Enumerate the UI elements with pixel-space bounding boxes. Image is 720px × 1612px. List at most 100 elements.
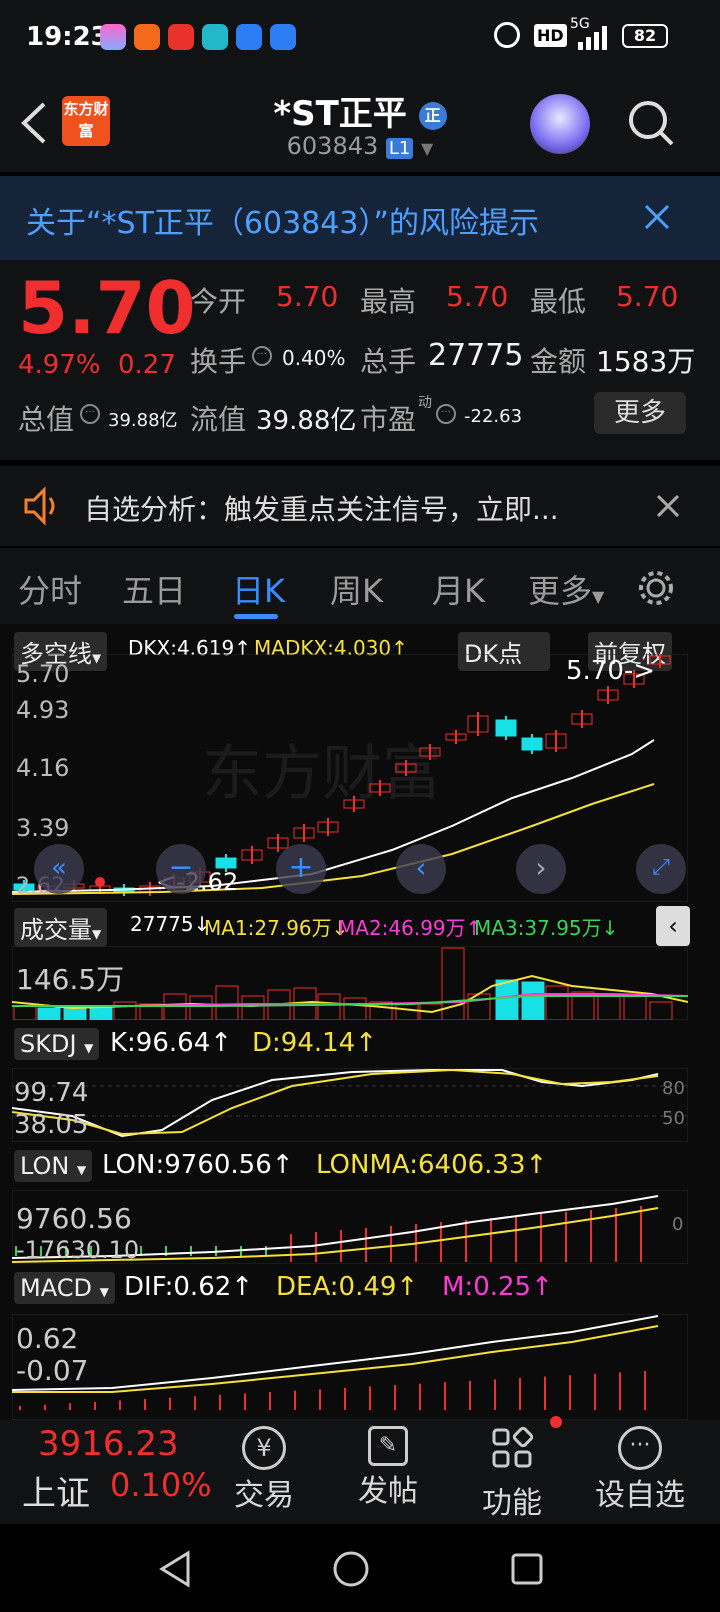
volume-bar (343, 997, 367, 1020)
fullscreen-icon[interactable]: ⤢ (636, 844, 686, 894)
watchlist-notice[interactable]: 自选分析：触发重点关注信号，立即... (0, 466, 720, 546)
dropdown-triangle-icon: ▼ (92, 927, 102, 941)
open-label: 今开 (190, 285, 247, 318)
y-label: 4.93 (16, 696, 70, 724)
signal-dot (95, 877, 105, 887)
dropdown-triangle-icon: ▼ (84, 1041, 94, 1055)
dropdown-triangle-icon: ▼ (421, 139, 434, 158)
settings-gear-icon[interactable] (636, 568, 676, 608)
trade-button[interactable]: ¥ 交易 (222, 1420, 306, 1514)
period-tabs: 分时 五日 日K 周K 月K 更多▼ (0, 548, 720, 624)
nav-home-icon[interactable] (332, 1550, 370, 1588)
turnover-label: 换手 (190, 345, 247, 378)
settings-notification-icon (236, 24, 262, 50)
volume-bar (241, 995, 265, 1020)
lon-indicator-select[interactable]: LON ▼ (14, 1150, 93, 1182)
volume-indicator-label: 成交量 (20, 916, 92, 944)
robot-assistant-avatar[interactable] (530, 94, 590, 154)
tab-more-label: 更多 (528, 572, 593, 610)
add-favorite-button[interactable]: ··· 设自选 (588, 1420, 692, 1514)
scroll-right-icon[interactable]: › (516, 844, 566, 894)
index-ticker[interactable]: 3916.23 上证 0.10% (0, 1420, 212, 1524)
info-icon[interactable]: ··· (436, 404, 456, 424)
post-button[interactable]: ✎ 发帖 (346, 1420, 430, 1510)
close-icon[interactable] (656, 494, 680, 518)
tab-active-indicator (234, 614, 278, 619)
skdj-ref-80: 80 (662, 1078, 685, 1099)
volume-bar (521, 981, 545, 1020)
trade-icon: ¥ (242, 1426, 286, 1470)
collapse-panel-icon[interactable]: ‹ (656, 906, 690, 946)
risk-banner[interactable]: 关于“*ST正平（603843）”的风险提示 (0, 176, 720, 260)
kline-chart-area[interactable]: 多空线▼ DKX:4.619↑ MADKX:4.030↑ DK点 前复权 东方财… (0, 624, 720, 1420)
speaker-icon (24, 486, 55, 526)
stock-title: *ST正平 (273, 94, 407, 134)
volume-ma2: MA2:46.99万↑ (338, 916, 483, 940)
y-label: 3.39 (16, 814, 70, 842)
trade-label: 交易 (234, 1478, 294, 1513)
skdj-k-value: K:96.64↑ (110, 1028, 233, 1058)
nav-recents-icon[interactable] (510, 1552, 544, 1586)
dropdown-triangle-icon: ▼ (99, 1285, 109, 1299)
macd-y1: 0.62 (16, 1322, 79, 1355)
macd-bars-group (19, 1371, 646, 1410)
zoom-in-icon[interactable]: + (276, 844, 326, 894)
amount-value: 1583万 (596, 345, 696, 378)
stock-code: 603843 (286, 132, 379, 160)
tab-daily-k[interactable]: 日K (232, 566, 285, 612)
open-value: 5.70 (276, 280, 339, 313)
candle-body (521, 737, 543, 751)
function-label: 功能 (482, 1486, 542, 1521)
function-button[interactable]: 功能 (470, 1420, 554, 1522)
close-icon[interactable] (644, 204, 670, 230)
skdj-indicator-select[interactable]: SKDJ ▼ (14, 1028, 100, 1060)
y-label: 4.16 (16, 754, 70, 782)
low-label: 最低 (530, 285, 587, 318)
stock-code-line[interactable]: 603843 L1 ▼ (0, 132, 720, 160)
skdj-y1: 99.74 (14, 1078, 89, 1108)
scroll-left-icon[interactable]: ‹ (396, 844, 446, 894)
volume-bar (395, 1003, 419, 1020)
index-value: 3916.23 (38, 1424, 179, 1464)
more-button[interactable]: 更多 (594, 392, 686, 434)
edit-icon: ✎ (368, 1426, 408, 1466)
candle-body (215, 857, 237, 869)
macd-m-value: M:0.25↑ (442, 1272, 553, 1302)
volume-bar (545, 985, 569, 1020)
lon-value: LON:9760.56↑ (102, 1150, 294, 1180)
float-label: 流值 (190, 403, 247, 436)
grid-apps-icon (492, 1426, 534, 1468)
mcap-value: 39.88亿 (108, 410, 178, 431)
tab-monthly-k[interactable]: 月K (432, 566, 485, 612)
tab-weekly-k[interactable]: 周K (330, 566, 383, 612)
search-icon[interactable] (626, 98, 676, 148)
quote-panel: 5.70 4.97% 0.27 今开 5.70 最高 5.70 最低 5.70 … (0, 260, 720, 460)
volume-bar (13, 1005, 37, 1020)
status-bar: 19:23 HD 5G 82 (0, 0, 720, 76)
kline-panel[interactable]: 东方财富 (12, 654, 688, 902)
volume-ma1: MA1:27.96万↓ (204, 916, 349, 940)
tab-more[interactable]: 更多▼ (528, 566, 604, 612)
lon-y1: 9760.56 (16, 1202, 132, 1235)
current-price: 5.70 (18, 266, 196, 350)
index-percent: 0.10% (110, 1466, 212, 1504)
app-notification-icon (168, 24, 194, 50)
tab-intraday[interactable]: 分时 (18, 566, 82, 612)
info-icon[interactable]: ··· (80, 404, 100, 424)
scroll-left-fast-icon[interactable]: « (34, 844, 84, 894)
high-value: 5.70 (446, 280, 509, 313)
nav-back-icon[interactable] (158, 1550, 192, 1588)
signal-icon (578, 26, 607, 50)
lon-ref-0: 0 (672, 1214, 684, 1235)
volume-bar (89, 1007, 113, 1020)
app-notification-icon (100, 24, 126, 50)
skdj-label: SKDJ (20, 1030, 77, 1058)
macd-indicator-select[interactable]: MACD ▼ (14, 1272, 115, 1304)
tab-five-day[interactable]: 五日 (122, 566, 186, 612)
macd-dif-line (12, 1315, 659, 1391)
volume-indicator-select[interactable]: 成交量▼ (14, 908, 108, 947)
info-icon[interactable]: ··· (252, 346, 272, 366)
pe-superscript: 动 (418, 395, 432, 411)
zoom-out-icon[interactable]: − (156, 844, 206, 894)
float-value: 39.88亿 (256, 406, 357, 436)
